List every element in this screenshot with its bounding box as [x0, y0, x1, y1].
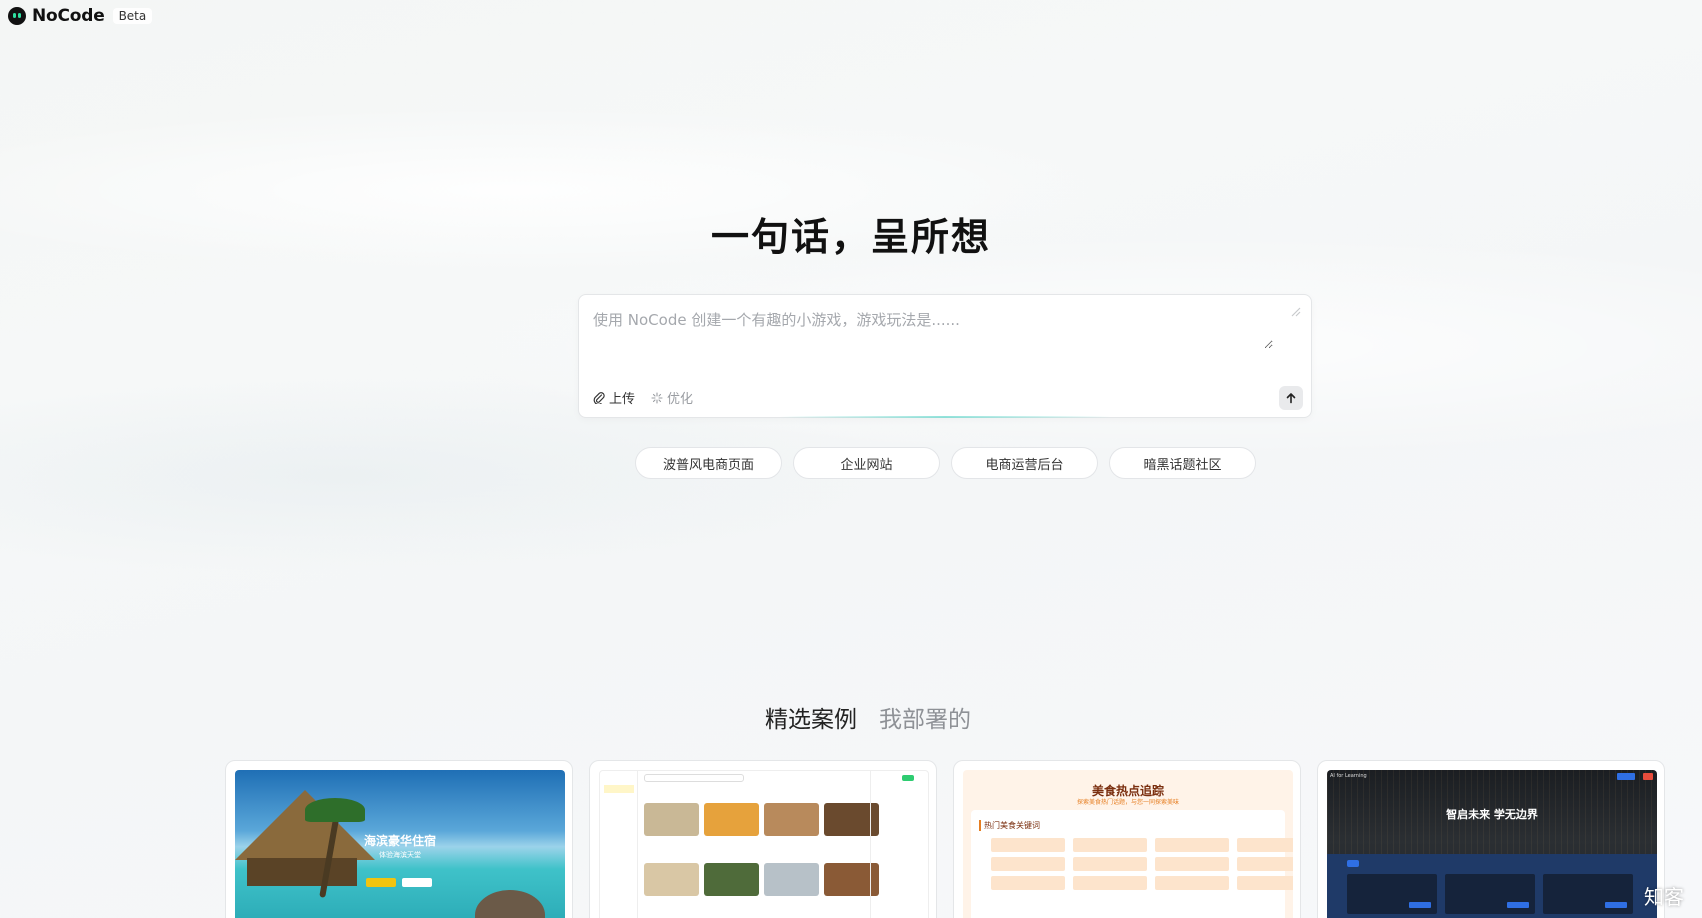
keyword-tag — [1155, 838, 1229, 852]
suggestion-chip[interactable]: 电商运营后台 — [951, 447, 1098, 479]
tab-featured-cases[interactable]: 精选案例 — [765, 700, 857, 734]
thumb-keyword-grid — [991, 838, 1293, 890]
keyword-tag — [991, 876, 1065, 890]
upload-button[interactable]: 上传 — [593, 388, 635, 407]
arrow-up-icon — [1285, 389, 1297, 408]
case-card-learning[interactable]: AI for Learning 智启未来 学无边界 — [1317, 760, 1665, 918]
tab-my-deployments[interactable]: 我部署的 — [879, 700, 971, 734]
hut-body-shape — [247, 858, 357, 886]
thumb-blue-button — [1617, 773, 1635, 780]
course-box — [1543, 874, 1633, 914]
case-thumbnail: 美食热点追踪 探索美食热门话题，与您一同探索美味 热门美食关键词 — [963, 770, 1293, 918]
case-tabs: 精选案例 我部署的 — [0, 700, 1702, 734]
thumb-green-button — [902, 775, 914, 781]
suggestion-chip[interactable]: 波普风电商页面 — [635, 447, 782, 479]
case-card-hotel[interactable]: 海滨豪华住宿 体验海滨天堂 — [225, 760, 573, 918]
thumb-section — [1327, 854, 1657, 918]
resize-handle-icon[interactable] — [1289, 305, 1301, 317]
keyword-tag — [1237, 838, 1293, 852]
thumb-section-title: 热门美食关键词 — [979, 820, 1040, 831]
case-card-food-ordering[interactable] — [589, 760, 937, 918]
case-thumbnail: AI for Learning 智启未来 学无边界 — [1327, 770, 1657, 918]
thumb-secondary-button — [402, 878, 432, 887]
brand-logo[interactable]: NoCode Beta — [8, 6, 153, 26]
keyword-tag — [1073, 857, 1147, 871]
keyword-tag — [1155, 857, 1229, 871]
keyword-tag — [991, 838, 1065, 852]
course-box — [1445, 874, 1535, 914]
upload-label: 上传 — [609, 392, 636, 407]
watermark: 知客 — [1644, 885, 1684, 909]
keyword-tag — [1237, 876, 1293, 890]
rock-shape — [475, 890, 545, 918]
keyword-tag — [1073, 838, 1147, 852]
thumb-primary-button — [366, 878, 396, 887]
hero-title: 一句话，呈所想 — [710, 215, 991, 259]
nocode-logo-icon — [8, 7, 26, 25]
case-title: 智启未来 学无边界 — [1446, 808, 1538, 821]
keyword-tag — [1155, 876, 1229, 890]
beta-badge: Beta — [112, 8, 153, 24]
food-image — [764, 863, 819, 896]
thumb-panel: 热门美食关键词 — [971, 810, 1293, 918]
thumb-course-boxes — [1347, 874, 1633, 914]
thumb-pill — [1347, 860, 1359, 867]
optimize-label: 优化 — [667, 392, 694, 407]
food-image — [704, 863, 759, 896]
paperclip-icon — [593, 391, 605, 404]
case-subtitle: 探索美食热门话题，与您一同探索美味 — [1076, 799, 1179, 806]
thumb-search-bar — [644, 774, 744, 782]
thumb-sidebar — [600, 771, 638, 918]
thumb-food-grid — [644, 803, 879, 918]
sparkle-icon — [651, 391, 663, 404]
brand-name: NoCode — [32, 6, 105, 26]
thumb-red-button — [1643, 773, 1653, 780]
case-card-food-trends[interactable]: 美食热点追踪 探索美食热门话题，与您一同探索美味 热门美食关键词 — [953, 760, 1301, 918]
keyword-tag — [1237, 857, 1293, 871]
food-image — [704, 803, 759, 836]
suggestion-chip[interactable]: 企业网站 — [793, 447, 940, 479]
palm-frond-shape — [305, 798, 365, 822]
case-gallery: 海滨豪华住宿 体验海滨天堂 美食热点追踪 探索美食热门话题，与您一同探索美味 热… — [225, 760, 1665, 918]
thumb-sidebar-highlight — [604, 785, 634, 793]
suggestion-chips: 波普风电商页面 企业网站 电商运营后台 暗黑话题社区 — [635, 447, 1256, 479]
case-title: 海滨豪华住宿 — [363, 834, 436, 848]
food-image — [644, 863, 699, 896]
case-thumbnail: 海滨豪华住宿 体验海滨天堂 — [235, 770, 565, 918]
keyword-tag — [1073, 876, 1147, 890]
optimize-button[interactable]: 优化 — [651, 388, 693, 407]
case-subtitle: 体验海滨天堂 — [379, 851, 421, 859]
thumb-topbar: AI for Learning — [1330, 773, 1367, 779]
send-button[interactable] — [1279, 386, 1303, 410]
case-thumbnail — [599, 770, 929, 918]
suggestion-chip[interactable]: 暗黑话题社区 — [1109, 447, 1256, 479]
thumb-cart-panel — [870, 771, 928, 918]
course-box — [1347, 874, 1437, 914]
keyword-tag — [991, 857, 1065, 871]
prompt-input[interactable] — [593, 309, 1273, 349]
food-image — [644, 803, 699, 836]
food-image — [764, 803, 819, 836]
